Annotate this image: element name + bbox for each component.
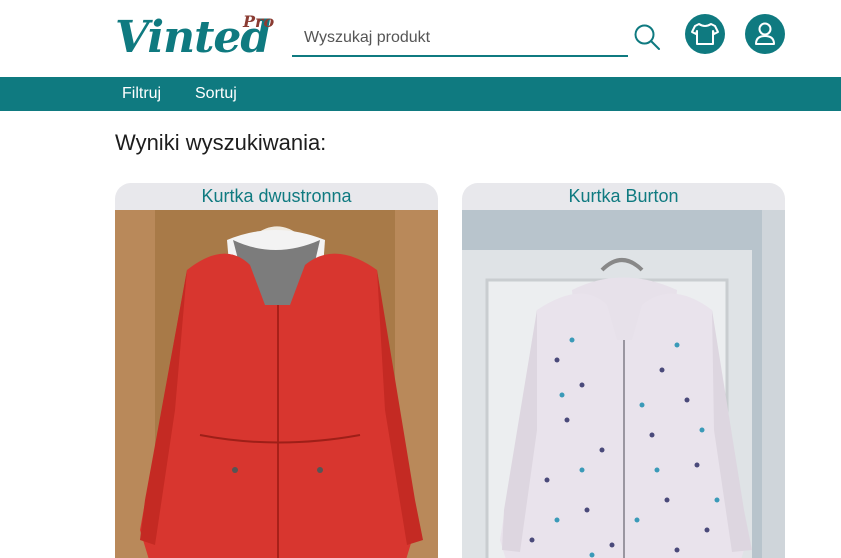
results-title: Wyniki wyszukiwania: bbox=[115, 130, 327, 155]
filter-link[interactable]: Filtruj bbox=[122, 77, 161, 111]
logo[interactable]: Vinted Pro bbox=[115, 12, 275, 64]
product-image[interactable] bbox=[115, 210, 438, 558]
product-title[interactable]: Kurtka Burton bbox=[462, 183, 785, 210]
search-icon[interactable] bbox=[632, 22, 662, 52]
shirt-icon bbox=[691, 23, 719, 45]
product-title[interactable]: Kurtka dwustronna bbox=[115, 183, 438, 210]
header: Vinted Pro bbox=[0, 0, 841, 77]
shirt-button[interactable] bbox=[685, 14, 725, 54]
user-button[interactable] bbox=[745, 14, 785, 54]
product-card[interactable]: Kurtka dwustronna bbox=[115, 183, 438, 558]
product-image[interactable] bbox=[462, 210, 785, 558]
navbar: Filtruj Sortuj bbox=[0, 77, 841, 111]
logo-suffix: Pro bbox=[243, 12, 275, 31]
user-icon bbox=[755, 22, 775, 45]
sort-link[interactable]: Sortuj bbox=[195, 77, 237, 111]
search-input[interactable] bbox=[292, 20, 628, 55]
search-bar bbox=[292, 20, 628, 57]
product-card[interactable]: Kurtka Burton bbox=[462, 183, 785, 558]
